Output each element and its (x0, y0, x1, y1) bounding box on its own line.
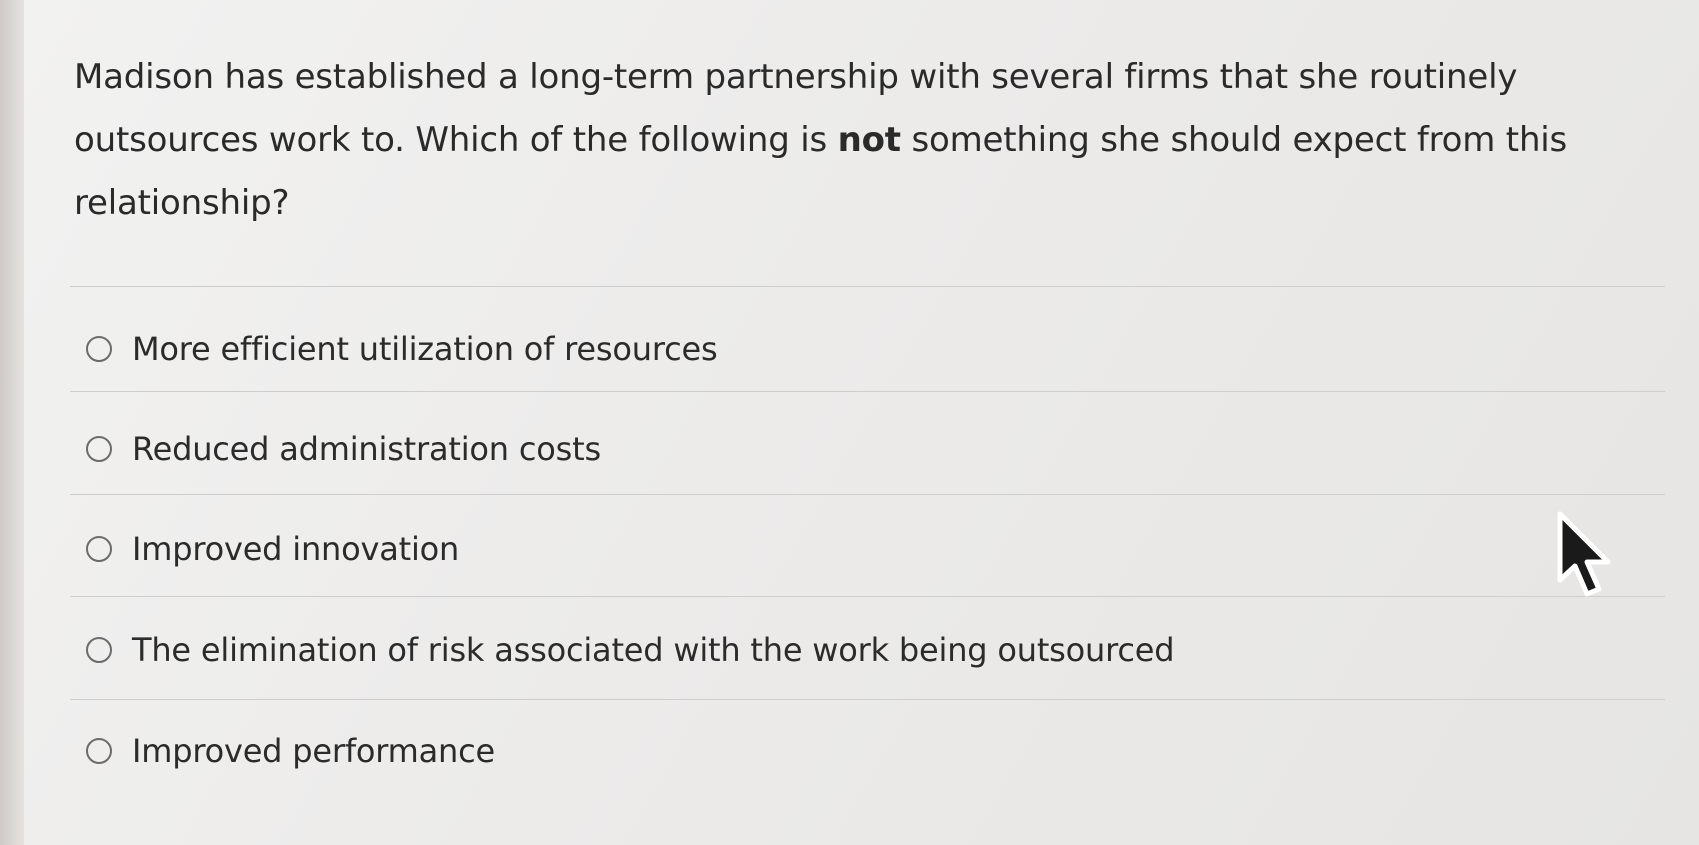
option-label: Improved innovation (132, 530, 460, 568)
answer-option-1[interactable]: More efficient utilization of resources (86, 329, 718, 369)
answer-option-3[interactable]: Improved innovation (86, 529, 459, 569)
question-line-2: outsources work to. Which of the followi… (74, 109, 1674, 172)
option-divider (70, 494, 1665, 495)
option-divider (70, 699, 1665, 700)
question-line-2-end: something she should expect from this (900, 120, 1568, 160)
question-emphasis: not (837, 120, 901, 160)
option-label: More efficient utilization of resources (132, 330, 718, 368)
option-label: Reduced administration costs (132, 430, 601, 468)
question-line-1: Madison has established a long-term part… (74, 57, 1518, 97)
radio-button-icon[interactable] (86, 436, 112, 462)
mouse-pointer-icon (1557, 511, 1611, 597)
option-divider (70, 596, 1665, 597)
radio-button-icon[interactable] (86, 637, 112, 663)
option-label: The elimination of risk associated with … (132, 631, 1175, 669)
radio-button-icon[interactable] (86, 738, 112, 764)
question-text: Madison has established a long-term part… (74, 46, 1674, 235)
option-divider (70, 286, 1665, 287)
option-label: Improved performance (132, 732, 496, 770)
answer-option-2[interactable]: Reduced administration costs (86, 429, 601, 469)
answer-option-4[interactable]: The elimination of risk associated with … (86, 630, 1175, 670)
question-line-3: relationship? (74, 183, 290, 223)
answer-option-5[interactable]: Improved performance (86, 731, 495, 771)
radio-button-icon[interactable] (86, 536, 112, 562)
radio-button-icon[interactable] (86, 336, 112, 362)
option-divider (70, 391, 1665, 392)
question-line-2-start: outsources work to. Which of the followi… (74, 120, 838, 160)
screen-edge (0, 0, 24, 845)
